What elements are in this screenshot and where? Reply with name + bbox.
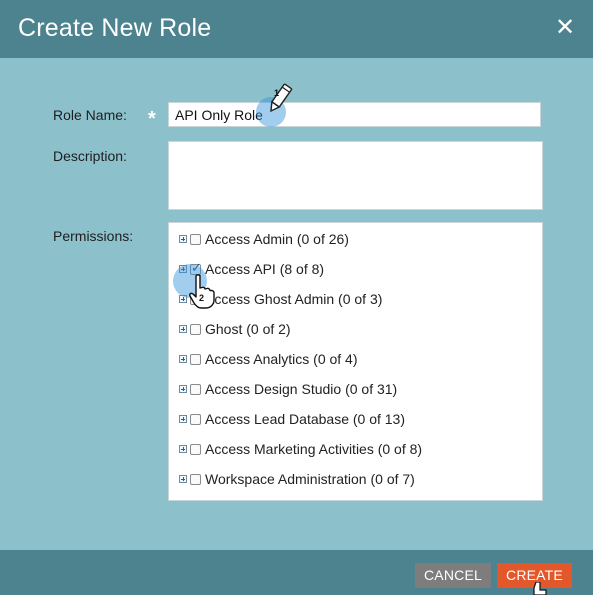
permission-label: Access Analytics (0 of 4)	[205, 351, 358, 367]
permission-item[interactable]: Access Design Studio (0 of 31)	[179, 379, 397, 399]
expand-icon[interactable]	[179, 235, 187, 243]
description-field[interactable]	[168, 141, 543, 210]
permission-item[interactable]: Ghost (0 of 2)	[179, 319, 291, 339]
permission-checkbox[interactable]	[190, 323, 201, 335]
dialog-titlebar: Create New Role ✕	[0, 0, 593, 58]
permission-label: Access Ghost Admin (0 of 3)	[205, 291, 383, 307]
expand-icon[interactable]	[179, 445, 187, 453]
permission-checkbox[interactable]	[190, 443, 201, 455]
permission-label: Access API (8 of 8)	[205, 261, 325, 277]
permission-item[interactable]: Access Lead Database (0 of 13)	[179, 409, 405, 429]
permission-item[interactable]: Access Admin (0 of 26)	[179, 229, 349, 249]
permission-item[interactable]: Workspace Administration (0 of 7)	[179, 469, 415, 489]
expand-icon[interactable]	[179, 355, 187, 363]
permission-label: Access Admin (0 of 26)	[205, 231, 349, 247]
pencil-icon	[270, 83, 293, 113]
permissions-list: Access Admin (0 of 26) Access API (8 of …	[168, 222, 543, 501]
role-name-input[interactable]	[168, 102, 541, 127]
required-marker: *	[148, 108, 156, 130]
permission-checkbox[interactable]	[190, 353, 201, 365]
step-number-2: 2	[199, 293, 205, 303]
hand-pointer-icon	[533, 582, 547, 595]
description-label: Description:	[53, 148, 127, 164]
expand-icon[interactable]	[179, 385, 187, 393]
permission-label: Ghost (0 of 2)	[205, 321, 291, 337]
permission-checkbox[interactable]	[190, 233, 201, 245]
permission-item[interactable]: Access Marketing Activities (0 of 8)	[179, 439, 422, 459]
permission-label: Access Lead Database (0 of 13)	[205, 411, 406, 427]
permission-label: Workspace Administration (0 of 7)	[205, 471, 415, 487]
hand-pointer-icon	[189, 274, 215, 309]
permission-item[interactable]: Access Analytics (0 of 4)	[179, 349, 358, 369]
step-number-1: 1	[274, 88, 280, 98]
expand-icon[interactable]	[179, 325, 187, 333]
permissions-label: Permissions:	[53, 228, 134, 244]
dialog-title: Create New Role	[18, 14, 212, 42]
permission-checkbox[interactable]	[190, 413, 201, 425]
permission-checkbox[interactable]	[190, 383, 201, 395]
expand-icon[interactable]	[179, 415, 187, 423]
close-icon[interactable]: ✕	[553, 16, 577, 40]
permission-label: Access Marketing Activities (0 of 8)	[205, 441, 423, 457]
expand-icon[interactable]	[179, 475, 187, 483]
permission-label: Access Design Studio (0 of 31)	[205, 381, 398, 397]
role-name-label: Role Name:	[53, 107, 127, 123]
cancel-button[interactable]: CANCEL	[415, 563, 491, 588]
permission-checkbox[interactable]	[190, 473, 201, 485]
